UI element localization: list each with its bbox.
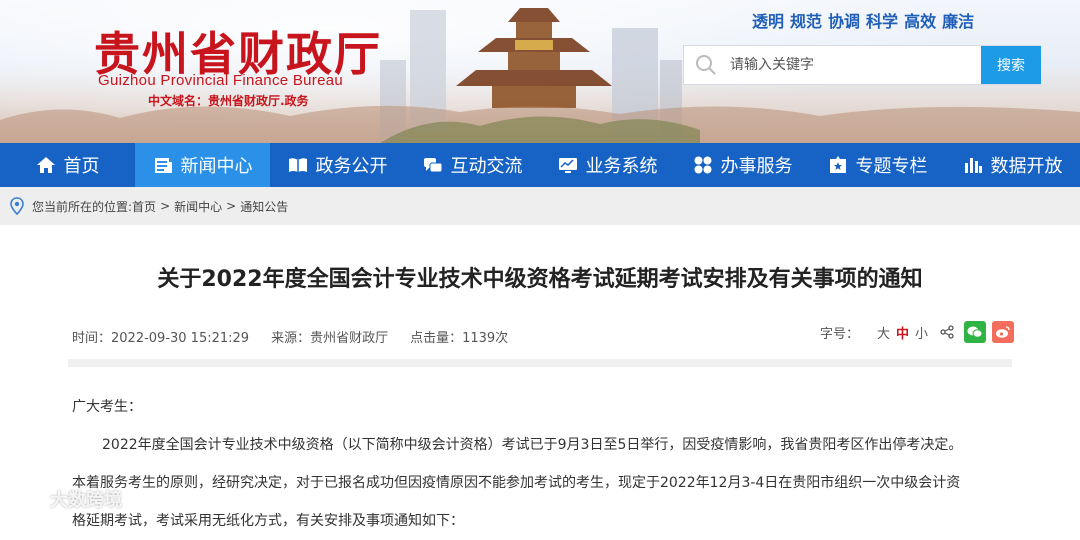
home-icon — [36, 157, 55, 173]
nav-item-interaction[interactable]: 互动交流 — [405, 143, 540, 187]
watermark-text: 大数跨境 — [50, 490, 122, 511]
nav-item-business-systems[interactable]: 业务系统 — [540, 143, 675, 187]
font-size-small[interactable]: 小 — [915, 323, 928, 342]
article-source: 来源：贵州省财政厅 — [271, 331, 389, 346]
nav-item-gov-affairs[interactable]: 政务公开 — [270, 143, 405, 187]
header-banner: 贵州省财政厅 Guizhou Provincial Finance Bureau… — [0, 0, 1080, 143]
article-paragraph: 格延期考试，考试采用无纸化方式，有关安排及事项通知如下： — [72, 513, 464, 529]
main-nav: 首页 新闻中心 政务公开 互动交流 业务系统 办事服务 专题专栏 数据开放 — [0, 143, 1080, 187]
nav-item-label: 业务系统 — [585, 156, 658, 177]
nav-item-label: 办事服务 — [720, 156, 793, 177]
nav-item-open-data[interactable]: 数据开放 — [945, 143, 1080, 187]
article-paragraph: 本着服务考生的原则，经研究决定，对于已报名成功但因疫情原因不能参加考试的考生，现… — [72, 475, 961, 491]
nav-item-news[interactable]: 新闻中心 — [135, 143, 270, 187]
motto-word: 高效 — [904, 12, 937, 31]
chat-icon — [423, 158, 442, 173]
font-size-label: 字号： — [819, 326, 859, 342]
search-icon — [684, 46, 728, 84]
breadcrumb-separator: > — [160, 199, 171, 213]
nav-item-home[interactable]: 首页 — [0, 143, 135, 187]
motto-word: 透明 — [752, 12, 785, 31]
weibo-icon[interactable] — [992, 321, 1014, 343]
star-icon — [829, 156, 846, 173]
breadcrumb-link-news[interactable]: 新闻中心 — [174, 198, 222, 215]
article-meta: 时间：2022-09-30 15:21:29 来源：贵州省财政厅 点击量：113… — [72, 327, 530, 346]
nav-item-label: 首页 — [63, 156, 100, 177]
article-tools: 字号： 大 中 小 — [820, 321, 1014, 343]
wechat-icon[interactable] — [964, 321, 986, 343]
motto-values: 透明 规范 协调 科学 高效 廉洁 — [752, 8, 974, 32]
nav-item-label: 专题专栏 — [855, 156, 928, 177]
nav-item-label: 政务公开 — [315, 156, 388, 177]
nav-item-label: 互动交流 — [450, 156, 523, 177]
search-box: 搜索 — [683, 45, 1041, 85]
nav-item-special-topics[interactable]: 专题专栏 — [810, 143, 945, 187]
breadcrumb-link-home[interactable]: 首页 — [132, 198, 156, 215]
search-input[interactable] — [728, 47, 981, 83]
nav-item-services[interactable]: 办事服务 — [675, 143, 810, 187]
article-divider — [68, 359, 1012, 367]
article-paragraph: 2022年度全国会计专业技术中级资格（以下简称中级会计资格）考试已于9月3日至5… — [102, 437, 963, 453]
article-hits: 点击量：1139次 — [410, 331, 509, 346]
article-salutation: 广大考生： — [72, 399, 142, 415]
motto-word: 廉洁 — [942, 12, 975, 31]
nav-item-label: 数据开放 — [990, 156, 1063, 177]
motto-word: 规范 — [790, 12, 823, 31]
share-icon[interactable] — [936, 321, 958, 343]
monitor-icon — [558, 158, 577, 173]
location-pin-icon — [10, 197, 24, 215]
chart-icon — [964, 158, 982, 173]
watermark-logo-icon — [8, 492, 44, 506]
site-title-english: Guizhou Provincial Finance Bureau — [98, 72, 344, 89]
breadcrumb-prefix: 您当前所在的位置: — [32, 199, 133, 214]
breadcrumb: 您当前所在的位置: 首页 > 新闻中心 > 通知公告 — [0, 187, 1080, 225]
article-time: 时间：2022-09-30 15:21:29 — [72, 331, 250, 346]
grid-icon — [694, 156, 711, 174]
motto-word: 协调 — [828, 12, 861, 31]
font-size-large[interactable]: 大 — [877, 323, 890, 342]
article-body: 广大考生： 2022年度全国会计专业技术中级资格（以下简称中级会计资格）考试已于… — [72, 388, 1016, 540]
nav-item-label: 新闻中心 — [180, 156, 253, 177]
site-domain: 中文域名：贵州省财政厅.政务 — [148, 94, 309, 108]
watermark: 大数跨境 — [6, 486, 122, 512]
motto-word: 科学 — [866, 12, 899, 31]
font-size-medium[interactable]: 中 — [896, 323, 909, 342]
breadcrumb-separator: > — [226, 199, 237, 213]
news-icon — [154, 158, 172, 173]
breadcrumb-link-notices[interactable]: 通知公告 — [240, 198, 288, 215]
book-icon — [288, 158, 307, 172]
search-button[interactable]: 搜索 — [981, 46, 1041, 84]
article-title: 关于2022年度全国会计专业技术中级资格考试延期考试安排及有关事项的通知 — [157, 267, 923, 292]
